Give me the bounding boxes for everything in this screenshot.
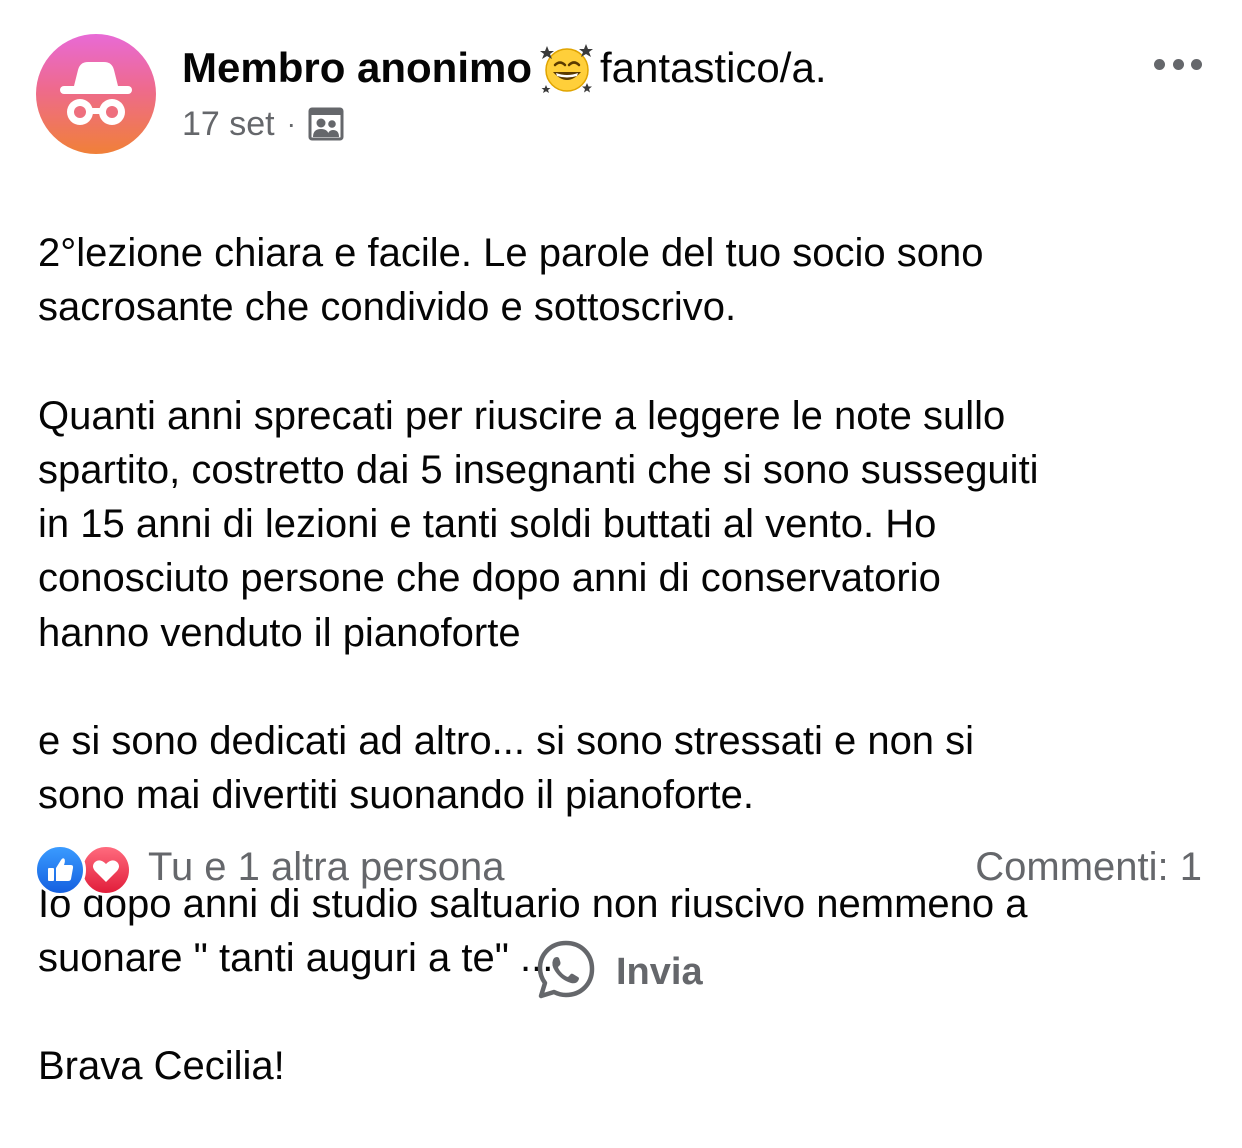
post-paragraph: e si sono dedicati ad altro... si sono s… — [38, 719, 975, 818]
send-whatsapp-button[interactable]: Invia — [534, 940, 703, 1004]
reactions-text[interactable]: Tu e 1 altra persona — [148, 845, 505, 890]
star-struck-laughing-emoji-icon — [540, 41, 594, 95]
reactions-summary[interactable]: Tu e 1 altra persona — [34, 842, 505, 896]
post-paragraph: 2°lezione chiara e facile. Le parole del… — [38, 231, 984, 330]
whatsapp-icon — [534, 938, 598, 1007]
like-icon — [34, 844, 86, 896]
group-members-icon — [308, 106, 344, 142]
more-options-icon[interactable] — [1154, 52, 1202, 76]
post-date[interactable]: 17 set — [182, 105, 275, 144]
post-meta: 17 set · — [182, 102, 344, 146]
avatar[interactable] — [36, 34, 156, 154]
reaction-icons — [34, 842, 136, 896]
post-header: Membro anonimo fantastico/a. — [182, 42, 826, 94]
author-name[interactable]: Membro anonimo — [182, 44, 532, 92]
love-icon — [80, 844, 132, 896]
send-label: Invia — [616, 950, 703, 993]
post-paragraph: Quanti anni sprecati per riuscire a legg… — [38, 393, 1039, 655]
feeling-text: fantastico/a. — [600, 44, 827, 91]
anonymous-member-icon — [60, 62, 132, 125]
post-paragraph: Brava Cecilia! — [38, 1044, 285, 1089]
comments-count[interactable]: Commenti: 1 — [975, 842, 1202, 892]
separator-dot: · — [286, 108, 296, 139]
